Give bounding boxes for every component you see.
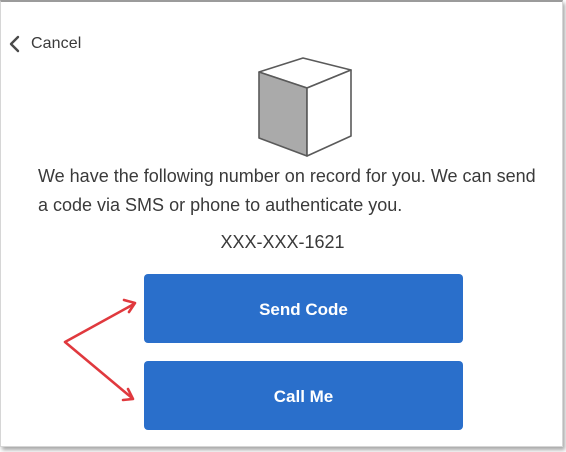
cancel-label: Cancel [31,35,82,52]
chevron-left-icon [9,35,20,53]
auth-panel: Cancel We have the following number on r… [0,0,563,447]
auth-message: We have the following number on record f… [38,166,536,215]
cube-icon [258,57,352,157]
phone-number: XXX-XXX-1621 [220,232,345,252]
call-me-button[interactable]: Call Me [144,361,463,430]
cancel-link[interactable]: Cancel [7,34,81,54]
send-code-button[interactable]: Send Code [144,274,463,343]
